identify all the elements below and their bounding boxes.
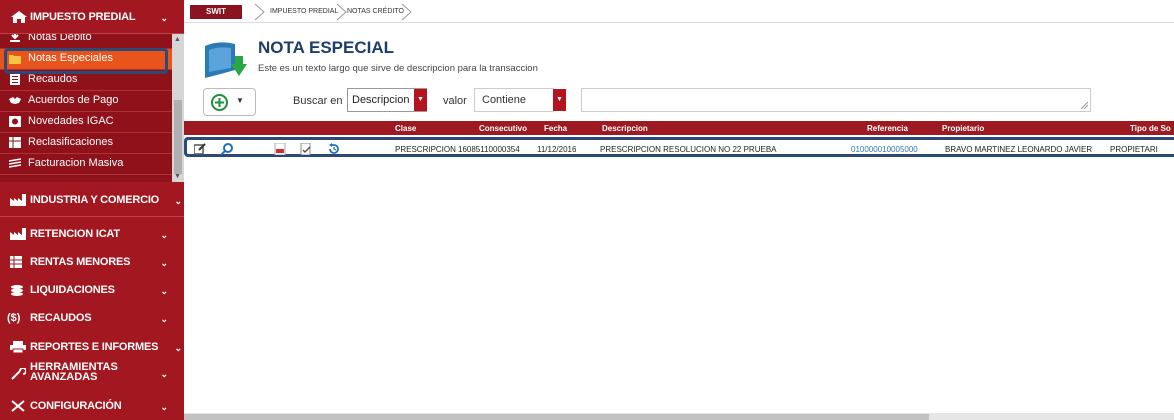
- module-label-line2: AVANZADAS: [30, 371, 98, 383]
- app-logo: [205, 42, 247, 78]
- submenu-scrollbar[interactable]: ▲ ▼: [172, 34, 184, 182]
- sidebar-item-acuerdos-de-pago[interactable]: Acuerdos de Pago: [0, 91, 172, 112]
- column-header-propietario[interactable]: Propietario: [942, 124, 984, 133]
- coins-icon: [11, 285, 23, 296]
- module-label: REPORTES E INFORMES: [30, 341, 159, 353]
- cell-clase: PRESCRIPCION: [395, 145, 456, 154]
- page-description: Este es un texto largo que sirve de desc…: [258, 63, 538, 74]
- plus-circle-icon: [211, 94, 228, 111]
- search-icon[interactable]: [221, 143, 233, 155]
- column-header-referencia[interactable]: Referencia: [867, 124, 908, 133]
- search-in-label: Buscar en: [293, 95, 343, 107]
- table-header: Clase Consecutivo Fecha Descripcion Refe…: [184, 121, 1174, 135]
- sidebar-item-label: Acuerdos de Pago: [28, 94, 119, 106]
- column-header-clase[interactable]: Clase: [395, 124, 416, 133]
- cell-tipo: PROPIETARI: [1110, 145, 1158, 154]
- chevron-down-icon: ⌄: [174, 343, 182, 353]
- module-label: RENTAS MENORES: [30, 256, 131, 268]
- table-icon: [9, 137, 21, 148]
- page-title: NOTA ESPECIAL: [258, 38, 395, 57]
- breadcrumb-item[interactable]: IMPUESTO PREDIAL: [270, 8, 338, 15]
- chevron-down-icon: ⌄: [160, 402, 168, 412]
- document-check-icon[interactable]: [300, 143, 312, 155]
- module-herramientas-avanzadas[interactable]: HERRAMIENTAS AVANZADAS ⌄: [0, 356, 184, 392]
- column-header-tipo[interactable]: Tipo de So: [1130, 124, 1171, 133]
- chevron-down-icon: ⌄: [160, 230, 168, 240]
- cell-fecha: 11/12/2016: [537, 145, 577, 154]
- caret-down-icon: ▼: [236, 96, 244, 105]
- operator-select[interactable]: Contiene: [474, 88, 554, 112]
- house-icon: [11, 11, 27, 23]
- layers-icon: [9, 158, 21, 168]
- sidebar-item-label: Facturacion Masiva: [28, 157, 124, 169]
- download-icon: [10, 34, 20, 42]
- scroll-down-icon[interactable]: ▼: [174, 173, 181, 180]
- module-label: RECAUDOS: [30, 312, 92, 324]
- add-button[interactable]: ▼: [203, 88, 256, 116]
- operator-value: Contiene: [482, 94, 527, 106]
- settings-icon: [9, 116, 21, 127]
- sidebar-item-novedades-igac[interactable]: Novedades IGAC: [0, 112, 172, 133]
- selected-item-highlight: [4, 48, 168, 74]
- sidebar-item-label: Notas Debito: [28, 34, 92, 43]
- chevron-down-icon: ⌄: [174, 196, 182, 206]
- module-industria-y-comercio[interactable]: INDUSTRIA Y COMERCIO ⌄: [0, 183, 184, 217]
- cell-descripcion: PRESCRIPCION RESOLUCION NO 22 PRUEBA: [600, 145, 777, 154]
- module-label: RETENCION ICAT: [30, 228, 120, 240]
- module-label: INDUSTRIA Y COMERCIO: [30, 194, 160, 206]
- sidebar-item-reclasificaciones[interactable]: Reclasificaciones: [0, 133, 172, 154]
- chevron-down-icon: ⌄: [160, 314, 168, 324]
- cell-referencia-link[interactable]: 010000010005000: [851, 145, 918, 154]
- sidebar-item-facturacion-masiva[interactable]: Facturacion Masiva: [0, 154, 172, 175]
- resize-handle-icon[interactable]: [1081, 102, 1088, 109]
- sidebar-item-label: Novedades IGAC: [28, 115, 114, 127]
- cell-consecutivo: 16085110000354: [458, 145, 520, 154]
- wrench-icon: [11, 368, 26, 380]
- breadcrumb-root[interactable]: SWIT: [190, 5, 242, 19]
- search-field-value: Descripcion: [352, 94, 410, 106]
- chevron-right-icon: [401, 3, 412, 21]
- sidebar: IMPUESTO PREDIAL ⌄ Notas Debito Notas Es…: [0, 0, 184, 420]
- submenu-scroll-thumb[interactable]: [174, 100, 182, 174]
- chevron-down-icon: ⌄: [160, 13, 168, 23]
- module-label: IMPUESTO PREDIAL: [30, 11, 136, 23]
- column-header-consecutivo[interactable]: Consecutivo: [479, 124, 527, 133]
- column-header-fecha[interactable]: Fecha: [544, 124, 567, 133]
- module-configuracion[interactable]: CONFIGURACIÓN ⌄: [0, 391, 184, 420]
- chevron-down-icon: ⌄: [160, 369, 168, 379]
- column-header-descripcion[interactable]: Descripcion: [602, 124, 648, 133]
- module-label: LIQUIDACIONES: [30, 284, 115, 296]
- printer-icon: [10, 341, 26, 353]
- factory-icon: [10, 228, 26, 240]
- search-input[interactable]: [581, 88, 1091, 112]
- money-icon: ($): [7, 312, 21, 324]
- receipt-icon: [10, 74, 20, 85]
- breadcrumb-item[interactable]: NOTAS CRÉDITO: [347, 8, 404, 15]
- module-impuesto-predial[interactable]: IMPUESTO PREDIAL ⌄: [0, 0, 184, 34]
- cell-propietario: BRAVO MARTINEZ LEONARDO JAVIER: [945, 145, 1093, 154]
- factory-icon: [10, 194, 26, 206]
- dropdown-arrow-icon[interactable]: ▼: [414, 89, 427, 111]
- module-label: HERRAMIENTAS AVANZADAS: [30, 362, 118, 383]
- breadcrumb: SWIT IMPUESTO PREDIAL NOTAS CRÉDITO: [184, 0, 1174, 23]
- sidebar-item-label: Recaudos: [28, 73, 78, 85]
- value-label: valor: [443, 95, 467, 107]
- horizontal-scroll-thumb[interactable]: [184, 414, 929, 420]
- table-icon: [10, 256, 22, 268]
- scroll-up-icon[interactable]: ▲: [174, 36, 181, 43]
- edit-icon[interactable]: [194, 143, 206, 155]
- table-row[interactable]: PRESCRIPCION 16085110000354 11/12/2016 P…: [184, 137, 1174, 157]
- history-icon[interactable]: [328, 143, 340, 155]
- pdf-icon[interactable]: [274, 143, 286, 155]
- tools-icon: [11, 400, 25, 412]
- dropdown-arrow-icon[interactable]: ▼: [553, 89, 566, 111]
- horizontal-scrollbar[interactable]: [184, 413, 1174, 420]
- module-label: CONFIGURACIÓN: [30, 400, 122, 412]
- handshake-icon: [9, 97, 21, 104]
- chevron-down-icon: ⌄: [160, 258, 168, 268]
- sidebar-item-label: Reclasificaciones: [28, 136, 113, 148]
- chevron-down-icon: ⌄: [160, 286, 168, 296]
- chevron-right-icon: [254, 3, 265, 21]
- sidebar-item-notas-debito[interactable]: Notas Debito: [0, 34, 172, 49]
